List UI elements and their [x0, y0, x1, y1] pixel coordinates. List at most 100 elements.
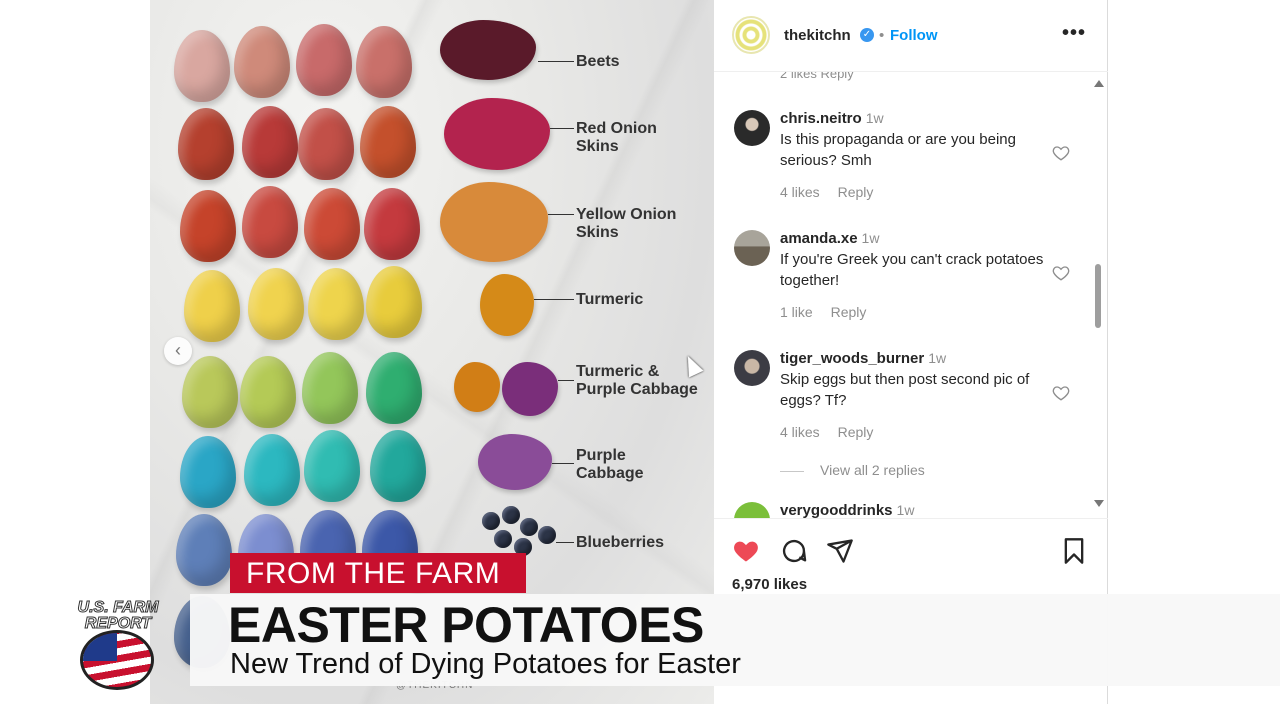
leader-line	[556, 542, 574, 543]
egg	[304, 188, 360, 260]
turmeric-pile	[480, 274, 534, 336]
lower-third: EASTER POTATOES New Trend of Dying Potat…	[190, 594, 1280, 686]
blueberry	[502, 506, 520, 524]
comment-reply-button[interactable]: Reply	[838, 184, 874, 200]
turmeric-small-pile	[454, 362, 500, 412]
logo-text: U.S. FARM	[77, 599, 159, 616]
segment-tag: FROM THE FARM	[230, 553, 526, 593]
scroll-down-arrow-icon[interactable]	[1094, 500, 1104, 507]
egg	[248, 268, 304, 340]
flag-canton	[83, 633, 117, 661]
comment-body: chris.neitro 1w Is this propaganda or are…	[780, 108, 1050, 171]
comment-username[interactable]: tiger_woods_burner	[780, 350, 924, 367]
comment-text: If you're Greek you can't crack potatoes…	[780, 251, 1044, 289]
label-purple-cabbage: Purple Cabbage	[576, 447, 644, 482]
egg	[178, 108, 234, 180]
us-farm-report-logo: U.S. FARM REPORT	[68, 599, 168, 696]
egg	[180, 436, 236, 508]
like-heart-icon[interactable]	[732, 537, 760, 565]
egg	[308, 268, 364, 340]
egg	[176, 514, 232, 586]
beets-pile	[440, 20, 536, 80]
leader-line	[538, 61, 574, 62]
egg	[298, 108, 354, 180]
scrollbar-thumb[interactable]	[1095, 264, 1101, 328]
egg	[174, 30, 230, 102]
share-send-icon[interactable]	[826, 537, 854, 565]
comment-time[interactable]: 1w	[897, 502, 915, 518]
avatar[interactable]	[734, 110, 770, 146]
blueberry	[482, 512, 500, 530]
red-onion-skins	[444, 98, 550, 170]
comment-reply-button[interactable]: Reply	[838, 424, 874, 440]
comment-text: Skip eggs but then post second pic of eg…	[780, 371, 1030, 409]
leader-line	[558, 380, 574, 381]
blueberry	[538, 526, 556, 544]
avatar[interactable]	[734, 502, 770, 518]
comment-meta: 4 likes Reply	[780, 184, 887, 200]
label-red-onion-skins: Red Onion Skins	[576, 120, 657, 155]
egg	[302, 352, 358, 424]
purple-cabbage-pile	[478, 434, 552, 490]
egg	[242, 106, 298, 178]
avatar[interactable]	[734, 350, 770, 386]
follow-button[interactable]: Follow	[890, 27, 938, 44]
comments-scrollbar[interactable]	[1092, 80, 1104, 510]
post-username[interactable]: thekitchn	[784, 27, 851, 44]
egg	[242, 186, 298, 258]
comment-meta: 4 likes Reply	[780, 424, 887, 440]
comment-like-heart-icon[interactable]	[1052, 384, 1070, 402]
separator-dot: •	[879, 27, 885, 44]
egg	[180, 190, 236, 262]
egg	[366, 266, 422, 338]
egg	[244, 434, 300, 506]
comment-meta: 1 like Reply	[780, 304, 880, 320]
view-replies-button[interactable]: View all 2 replies	[780, 462, 925, 478]
comment-likes[interactable]: 1 like	[780, 304, 813, 320]
likes-count[interactable]: 6,970 likes	[732, 576, 807, 593]
comment-username[interactable]: chris.neitro	[780, 110, 862, 127]
comment-username[interactable]: amanda.xe	[780, 230, 858, 247]
subheadline: New Trend of Dying Potatoes for Easter	[230, 648, 741, 680]
carousel-prev-button[interactable]: ‹	[164, 337, 192, 365]
egg	[356, 26, 412, 98]
comment-time[interactable]: 1w	[928, 350, 946, 366]
avatar[interactable]	[732, 16, 770, 54]
comment-body: amanda.xe 1w If you're Greek you can't cr…	[780, 228, 1050, 291]
flag-globe-icon	[80, 630, 154, 690]
label-beets: Beets	[576, 53, 620, 70]
comment-body: tiger_woods_burner 1w Skip eggs but then …	[780, 348, 1050, 411]
label-blueberries: Blueberries	[576, 534, 665, 551]
egg	[182, 356, 238, 428]
comment-username[interactable]: verygooddrinks	[780, 502, 893, 518]
blueberry	[494, 530, 512, 548]
comment-likes[interactable]: 4 likes	[780, 424, 820, 440]
comment-like-heart-icon[interactable]	[1052, 264, 1070, 282]
egg	[360, 106, 416, 178]
yellow-onion-skins	[440, 182, 548, 262]
egg	[240, 356, 296, 428]
egg	[304, 430, 360, 502]
egg	[364, 188, 420, 260]
comment-like-heart-icon[interactable]	[1052, 144, 1070, 162]
comments-list[interactable]: 2 likes Reply chris.neitro 1w Is this pro…	[714, 72, 1108, 518]
more-options-icon[interactable]: •••	[1062, 22, 1086, 45]
egg	[366, 352, 422, 424]
comment-reply-button[interactable]: Reply	[831, 304, 867, 320]
label-yellow-onion-skins: Yellow Onion Skins	[576, 206, 677, 241]
comment-body: verygooddrinks 1w	[780, 500, 1050, 518]
label-turmeric-purple-cabbage: Turmeric & Purple Cabbage	[576, 363, 698, 398]
egg	[184, 270, 240, 342]
comment-time[interactable]: 1w	[862, 230, 880, 246]
comment-likes[interactable]: 4 likes	[780, 184, 820, 200]
scroll-up-arrow-icon[interactable]	[1094, 80, 1104, 87]
leader-line	[548, 214, 574, 215]
blueberry	[520, 518, 538, 536]
avatar[interactable]	[734, 230, 770, 266]
save-bookmark-icon[interactable]	[1060, 537, 1088, 565]
comment-text: Is this propaganda or are you being seri…	[780, 131, 1016, 169]
comment-time[interactable]: 1w	[866, 110, 884, 126]
egg	[234, 26, 290, 98]
comment-bubble-icon[interactable]	[780, 537, 808, 565]
egg	[296, 24, 352, 96]
